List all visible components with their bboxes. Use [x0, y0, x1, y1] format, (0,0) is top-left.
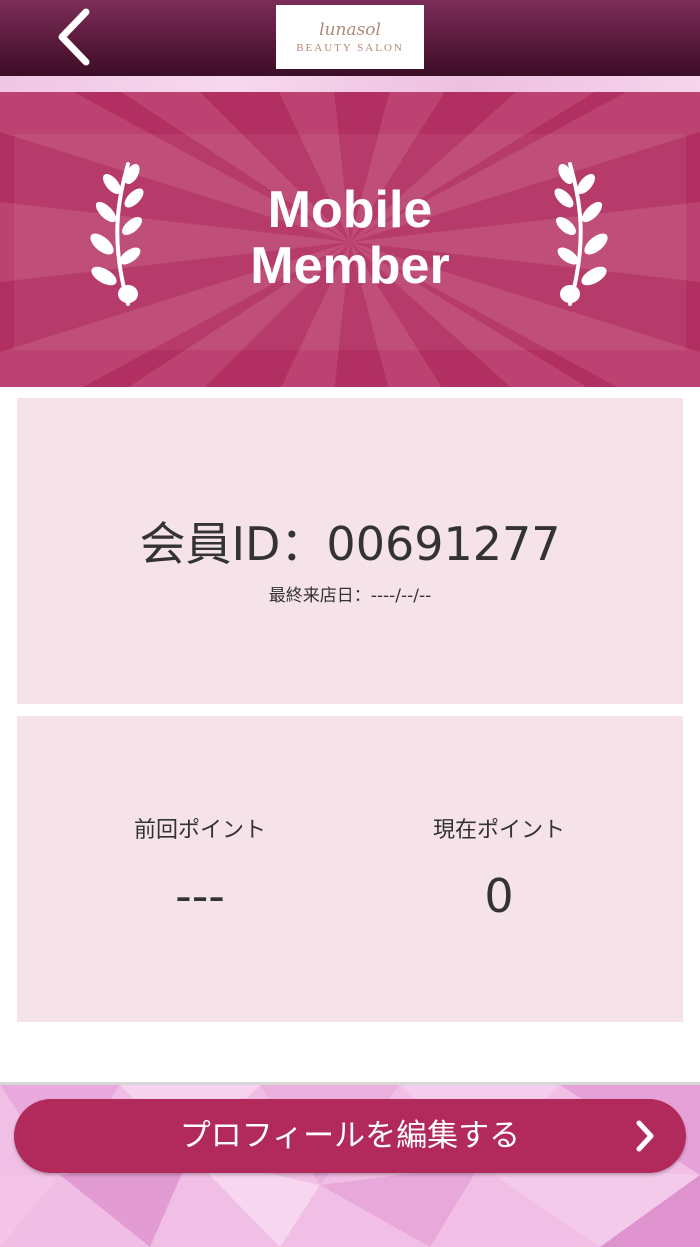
member-id: 会員ID：00691277 — [139, 517, 561, 571]
decorative-strip — [0, 76, 700, 92]
last-visit-date: 最終来店日：----/--/-- — [268, 586, 432, 606]
current-points-label: 現在ポイント — [432, 818, 565, 843]
previous-points-label: 前回ポイント — [133, 818, 266, 843]
chevron-left-icon — [58, 8, 90, 66]
edit-profile-button[interactable]: プロフィールを編集する — [14, 1099, 686, 1173]
logo-script-text: lunasol — [319, 20, 381, 40]
banner-title-line2: Member — [250, 237, 450, 295]
previous-points-value: --- — [175, 869, 225, 923]
member-id-card: 会員ID：00691277 最終来店日：----/--/-- — [17, 398, 683, 704]
member-banner: Mobile Member — [0, 92, 700, 387]
banner-title: Mobile Member — [0, 182, 700, 294]
chevron-right-icon — [636, 1120, 654, 1152]
banner-title-line1: Mobile — [267, 181, 433, 239]
salon-logo: lunasol BEAUTY SALON — [276, 5, 424, 69]
back-button[interactable] — [44, 4, 104, 70]
points-card: 前回ポイント --- 現在ポイント 0 — [17, 716, 683, 1022]
current-points-value: 0 — [484, 869, 514, 923]
edit-profile-label: プロフィールを編集する — [179, 1118, 521, 1154]
app-header: lunasol BEAUTY SALON — [0, 0, 700, 76]
logo-subtitle: BEAUTY SALON — [296, 42, 404, 54]
